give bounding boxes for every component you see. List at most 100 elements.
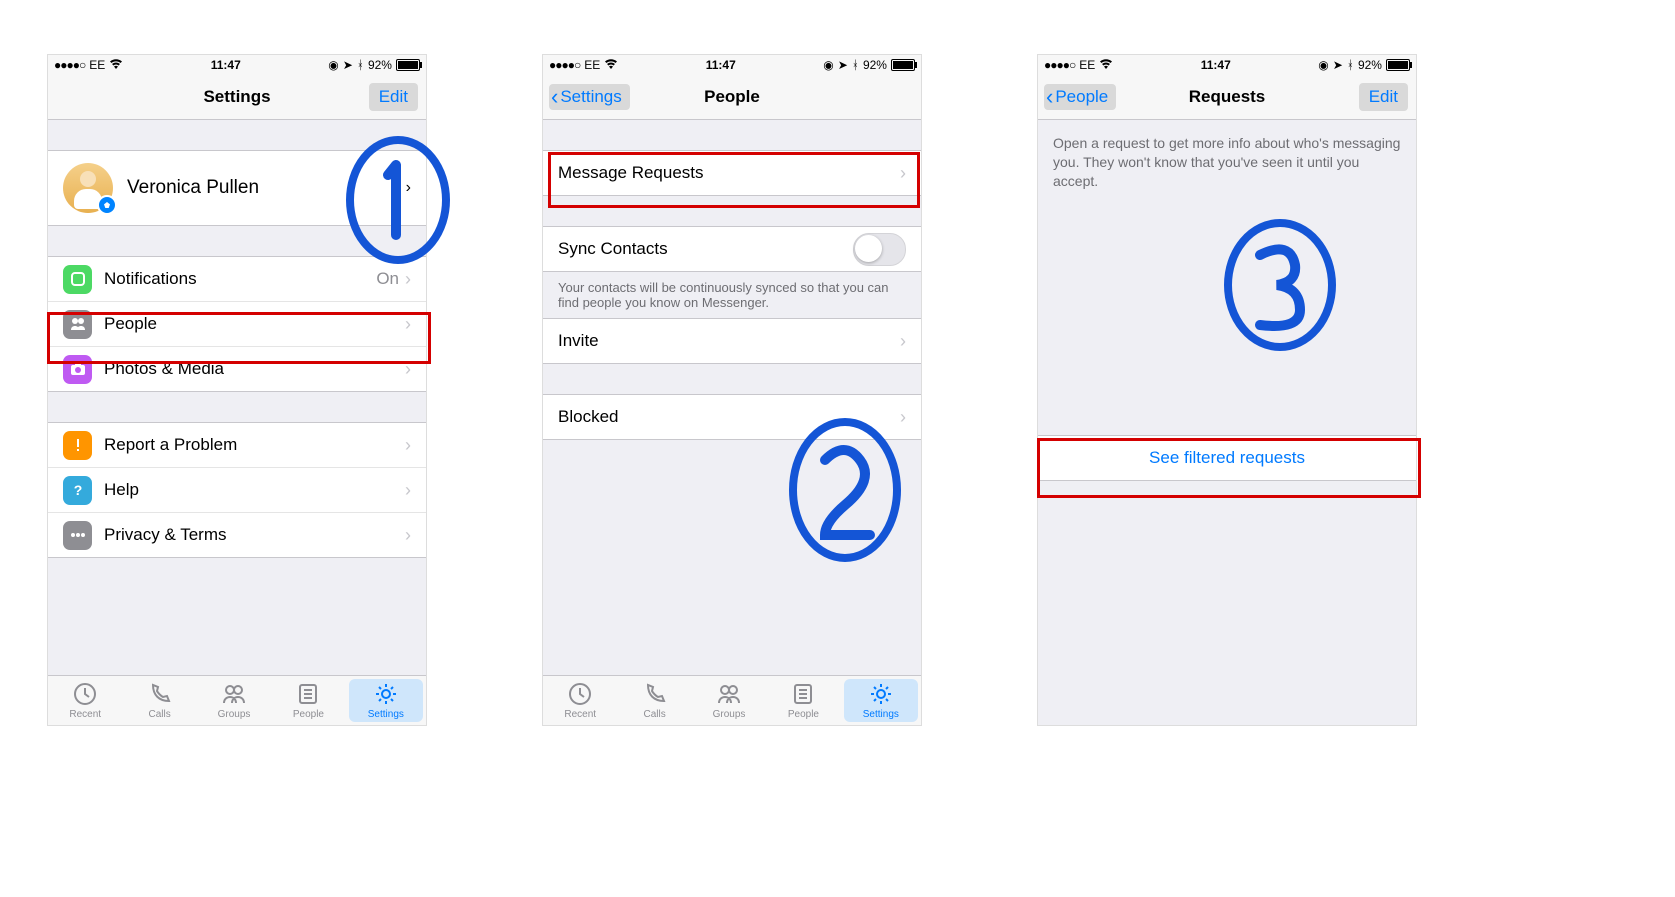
tab-recent[interactable]: Recent	[48, 676, 122, 725]
settings-row-photos[interactable]: Photos & Media ›	[48, 346, 426, 391]
settings-row-people[interactable]: People ›	[48, 301, 426, 346]
filtered-link[interactable]: See filtered requests	[1149, 448, 1305, 468]
status-bar: ●●●●○ EE 11:47 ◉ ➤ ᚼ 92%	[1038, 55, 1416, 75]
avatar	[63, 163, 113, 213]
carrier-label: EE	[584, 58, 600, 72]
tab-label: People	[788, 709, 819, 720]
tab-settings[interactable]: Settings	[844, 679, 918, 722]
tab-people[interactable]: People	[271, 676, 345, 725]
page-title: People	[704, 87, 760, 107]
settings-row-report[interactable]: Report a Problem ›	[48, 423, 426, 467]
bluetooth-icon: ᚼ	[357, 58, 364, 72]
signal-dots: ●●●●○	[1044, 58, 1075, 72]
back-label: People	[1055, 87, 1108, 107]
people-icon	[63, 310, 92, 339]
page-title: Requests	[1189, 87, 1266, 107]
location-icon: ➤	[1333, 58, 1343, 72]
wifi-icon	[1099, 58, 1113, 73]
row-label: Help	[104, 480, 405, 500]
tab-bar: Recent Calls Groups People Settings	[543, 675, 921, 725]
row-label: Sync Contacts	[558, 239, 853, 259]
row-value: On	[376, 269, 399, 289]
tab-groups[interactable]: Groups	[197, 676, 271, 725]
tab-label: Calls	[643, 709, 665, 720]
location-icon: ➤	[838, 58, 848, 72]
people-row-blocked[interactable]: Blocked ›	[543, 395, 921, 439]
row-label: Notifications	[104, 269, 376, 289]
people-row-message-requests[interactable]: Message Requests ›	[543, 151, 921, 195]
people-row-sync-contacts[interactable]: Sync Contacts	[543, 227, 921, 271]
tab-calls[interactable]: Calls	[122, 676, 196, 725]
back-label: Settings	[560, 87, 621, 107]
status-bar: ●●●●○ EE 11:47 ◉ ➤ ᚼ 92%	[543, 55, 921, 75]
ellipsis-icon	[63, 521, 92, 550]
tab-label: Settings	[368, 709, 404, 720]
screen-people: ●●●●○ EE 11:47 ◉ ➤ ᚼ 92% ‹ Settings Peop…	[542, 54, 922, 726]
edit-button[interactable]: Edit	[1359, 83, 1408, 111]
battery-pct: 92%	[863, 58, 887, 72]
edit-button[interactable]: Edit	[369, 83, 418, 111]
location-icon: ➤	[343, 58, 353, 72]
battery-pct: 92%	[368, 58, 392, 72]
chevron-left-icon: ‹	[1046, 86, 1053, 108]
settings-row-notifications[interactable]: Notifications On ›	[48, 257, 426, 301]
chevron-right-icon: ›	[900, 163, 906, 184]
chevron-right-icon: ›	[405, 480, 411, 501]
chevron-right-icon: ›	[900, 407, 906, 428]
back-button[interactable]: ‹ Settings	[549, 84, 630, 110]
navbar: Settings Edit	[48, 75, 426, 120]
tab-groups[interactable]: Groups	[692, 676, 766, 725]
wifi-icon	[109, 58, 123, 73]
chevron-right-icon: ›	[405, 359, 411, 380]
chevron-right-icon: ›	[405, 314, 411, 335]
tab-label: Recent	[69, 709, 101, 720]
settings-row-privacy[interactable]: Privacy & Terms ›	[48, 512, 426, 557]
svg-text:?: ?	[73, 482, 82, 498]
tab-bar: Recent Calls Groups People Settings	[48, 675, 426, 725]
tab-label: Groups	[713, 709, 746, 720]
sync-toggle[interactable]	[853, 233, 906, 266]
profile-row[interactable]: Veronica Pullen ›	[48, 151, 426, 225]
screen-settings: ●●●●○ EE 11:47 ◉ ➤ ᚼ 92% Settings Edit	[47, 54, 427, 726]
alert-icon	[63, 431, 92, 460]
tab-people[interactable]: People	[766, 676, 840, 725]
row-label: Invite	[558, 331, 900, 351]
row-label: Report a Problem	[104, 435, 405, 455]
battery-icon	[1386, 59, 1410, 71]
help-icon: ?	[63, 476, 92, 505]
row-label: Blocked	[558, 407, 900, 427]
battery-icon	[891, 59, 915, 71]
signal-dots: ●●●●○	[549, 58, 580, 72]
page-title: Settings	[203, 87, 270, 107]
chevron-right-icon: ›	[405, 525, 411, 546]
clock: 11:47	[1201, 58, 1231, 72]
battery-pct: 92%	[1358, 58, 1382, 72]
bluetooth-icon: ᚼ	[852, 58, 859, 72]
tab-label: Settings	[863, 709, 899, 720]
tab-label: Calls	[148, 709, 170, 720]
tab-label: Recent	[564, 709, 596, 720]
navbar: ‹ People Requests Edit	[1038, 75, 1416, 120]
sync-caption: Your contacts will be continuously synce…	[543, 272, 921, 318]
signal-dots: ●●●●○	[54, 58, 85, 72]
tab-label: People	[293, 709, 324, 720]
tab-label: Groups	[218, 709, 251, 720]
tab-recent[interactable]: Recent	[543, 676, 617, 725]
settings-row-help[interactable]: ? Help ›	[48, 467, 426, 512]
tab-settings[interactable]: Settings	[349, 679, 423, 722]
row-label: Message Requests	[558, 163, 900, 183]
chevron-right-icon: ›	[405, 269, 411, 290]
bluetooth-icon: ᚼ	[1347, 58, 1354, 72]
clock: 11:47	[706, 58, 736, 72]
requests-info-text: Open a request to get more info about wh…	[1038, 120, 1416, 205]
profile-name: Veronica Pullen	[127, 177, 406, 199]
tab-calls[interactable]: Calls	[617, 676, 691, 725]
messenger-badge-icon	[97, 195, 117, 215]
row-label: Privacy & Terms	[104, 525, 405, 545]
orientation-lock-icon: ◉	[328, 58, 338, 72]
people-row-invite[interactable]: Invite ›	[543, 319, 921, 363]
back-button[interactable]: ‹ People	[1044, 84, 1116, 110]
status-bar: ●●●●○ EE 11:47 ◉ ➤ ᚼ 92%	[48, 55, 426, 75]
orientation-lock-icon: ◉	[823, 58, 833, 72]
see-filtered-requests[interactable]: See filtered requests	[1038, 436, 1416, 480]
